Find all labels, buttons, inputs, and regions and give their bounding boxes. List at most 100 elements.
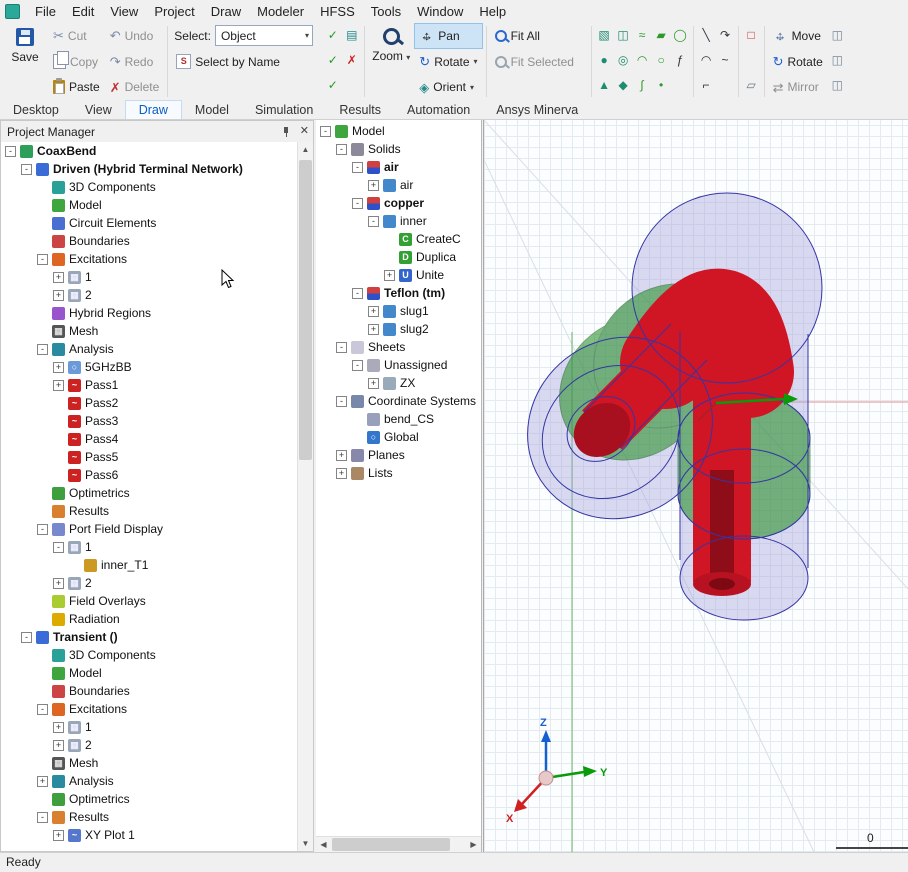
check-icon[interactable]: ✓ — [324, 52, 341, 69]
tree-item[interactable]: Model — [1, 196, 298, 214]
tree-item[interactable]: ▦Mesh — [1, 754, 298, 772]
collapse-toggle[interactable]: - — [37, 812, 48, 823]
tree-item[interactable]: +▦1 — [1, 268, 298, 286]
tree-item[interactable]: Boundaries — [1, 682, 298, 700]
tab-results[interactable]: Results — [326, 101, 394, 119]
spline-icon[interactable]: ~ — [717, 52, 734, 69]
collapse-toggle[interactable]: - — [37, 344, 48, 355]
tree-item[interactable]: +▦2 — [1, 574, 298, 592]
tree-item[interactable]: -inner — [316, 212, 481, 230]
colbox-icon[interactable]: ◫ — [829, 52, 844, 69]
tree-item[interactable]: 3D Components — [1, 178, 298, 196]
helix-icon[interactable]: ≈ — [634, 27, 651, 44]
select-by-name-button[interactable]: S Select by Name — [171, 48, 323, 75]
expand-toggle[interactable]: + — [384, 270, 395, 281]
scroll-left-icon[interactable]: ◀ — [316, 837, 331, 852]
expand-toggle[interactable]: + — [53, 578, 64, 589]
tree-item[interactable]: -Model — [316, 122, 481, 140]
expand-toggle[interactable]: + — [37, 776, 48, 787]
colbox-icon[interactable]: ◫ — [829, 27, 844, 44]
collapse-toggle[interactable]: - — [37, 524, 48, 535]
tab-desktop[interactable]: Desktop — [0, 101, 72, 119]
tree-item[interactable]: -CoaxBend — [1, 142, 298, 160]
collapse-toggle[interactable]: - — [368, 216, 379, 227]
expand-toggle[interactable]: + — [53, 362, 64, 373]
tree-item[interactable]: Boundaries — [1, 232, 298, 250]
check-icon[interactable]: ✓ — [324, 77, 341, 94]
tab-view[interactable]: View — [72, 101, 125, 119]
zoom-button[interactable]: Zoom ▾ — [368, 23, 414, 100]
torus-icon[interactable]: ◎ — [615, 52, 632, 69]
tree-item[interactable]: -copper — [316, 194, 481, 212]
colbox-icon[interactable]: ◫ — [829, 77, 844, 94]
menu-help[interactable]: Help — [471, 2, 514, 21]
expand-toggle[interactable]: + — [53, 830, 64, 841]
collapse-toggle[interactable]: - — [21, 164, 32, 175]
tree-item[interactable]: -Unassigned — [316, 356, 481, 374]
arc1-icon[interactable]: ◠ — [634, 52, 651, 69]
collapse-toggle[interactable]: - — [352, 198, 363, 209]
tree-item[interactable]: +slug1 — [316, 302, 481, 320]
pin-icon[interactable] — [281, 126, 292, 138]
rotate-transform-button[interactable]: ↻ Rotate — [768, 49, 828, 75]
tab-simulation[interactable]: Simulation — [242, 101, 326, 119]
menu-hfss[interactable]: HFSS — [312, 2, 363, 21]
sphere-icon[interactable]: ● — [596, 52, 613, 69]
menu-edit[interactable]: Edit — [64, 2, 102, 21]
xred-icon[interactable]: ✗ — [343, 52, 360, 69]
collapse-toggle[interactable]: - — [352, 360, 363, 371]
tree-item[interactable]: -Port Field Display — [1, 520, 298, 538]
fit-selected-button[interactable]: Fit Selected — [490, 49, 588, 75]
tree-item[interactable]: -▦1 — [1, 538, 298, 556]
tree-item[interactable]: ~Pass5 — [1, 448, 298, 466]
tree-item[interactable]: ~Pass4 — [1, 430, 298, 448]
tree-item[interactable]: +~XY Plot 1 — [1, 826, 298, 844]
tab-model[interactable]: Model — [182, 101, 242, 119]
menu-draw[interactable]: Draw — [203, 2, 249, 21]
close-icon[interactable]: ✕ — [300, 126, 309, 137]
expand-toggle[interactable]: + — [53, 740, 64, 751]
tree-item[interactable]: ○Global — [316, 428, 481, 446]
tree-item[interactable]: Results — [1, 502, 298, 520]
tree-item[interactable]: CCreateC — [316, 230, 481, 248]
expand-toggle[interactable]: + — [53, 290, 64, 301]
tree-item[interactable]: +Analysis — [1, 772, 298, 790]
collapse-toggle[interactable]: - — [37, 704, 48, 715]
expand-toggle[interactable]: + — [368, 324, 379, 335]
rect2-icon[interactable]: ▰ — [653, 27, 670, 44]
tree-item[interactable]: -Results — [1, 808, 298, 826]
tab-ansys-minerva[interactable]: Ansys Minerva — [483, 101, 591, 119]
menu-modeler[interactable]: Modeler — [249, 2, 312, 21]
move-button[interactable]: ↔↕ Move — [768, 23, 828, 49]
fit-all-button[interactable]: Fit All — [490, 23, 588, 49]
scrollbar-thumb[interactable] — [299, 160, 312, 460]
collapse-toggle[interactable]: - — [37, 254, 48, 265]
tree-item[interactable]: -Excitations — [1, 700, 298, 718]
model-tree-hscrollbar[interactable]: ◀ ▶ — [316, 836, 481, 852]
tree-item[interactable]: Radiation — [1, 610, 298, 628]
menu-window[interactable]: Window — [409, 2, 471, 21]
arcarrow-icon[interactable]: ↷ — [717, 27, 734, 44]
corner-icon[interactable]: ⌐ — [698, 77, 715, 94]
collapse-toggle[interactable]: - — [5, 146, 16, 157]
tree-item[interactable]: -Sheets — [316, 338, 481, 356]
collapse-toggle[interactable]: - — [336, 144, 347, 155]
orient-button[interactable]: ◈ Orient▾ — [414, 74, 482, 100]
tree-item[interactable]: Optimetrics — [1, 790, 298, 808]
arc-icon[interactable]: ◠ — [698, 52, 715, 69]
circle2-icon[interactable]: ○ — [653, 52, 670, 69]
tree-item[interactable]: +Lists — [316, 464, 481, 482]
tree-item[interactable]: +air — [316, 176, 481, 194]
tree-item[interactable]: -Driven (Hybrid Terminal Network) — [1, 160, 298, 178]
tree-item[interactable]: Circuit Elements — [1, 214, 298, 232]
tree-item[interactable]: Model — [1, 664, 298, 682]
expand-toggle[interactable]: + — [53, 380, 64, 391]
tree-item[interactable]: -Excitations — [1, 250, 298, 268]
scrollbar-thumb[interactable] — [332, 838, 450, 851]
tree-item[interactable]: +~Pass1 — [1, 376, 298, 394]
tree-item[interactable]: -air — [316, 158, 481, 176]
collapse-toggle[interactable]: - — [336, 342, 347, 353]
tree-item[interactable]: bend_CS — [316, 410, 481, 428]
tree-item[interactable]: +UUnite — [316, 266, 481, 284]
tree-item[interactable]: +○5GHzBB — [1, 358, 298, 376]
